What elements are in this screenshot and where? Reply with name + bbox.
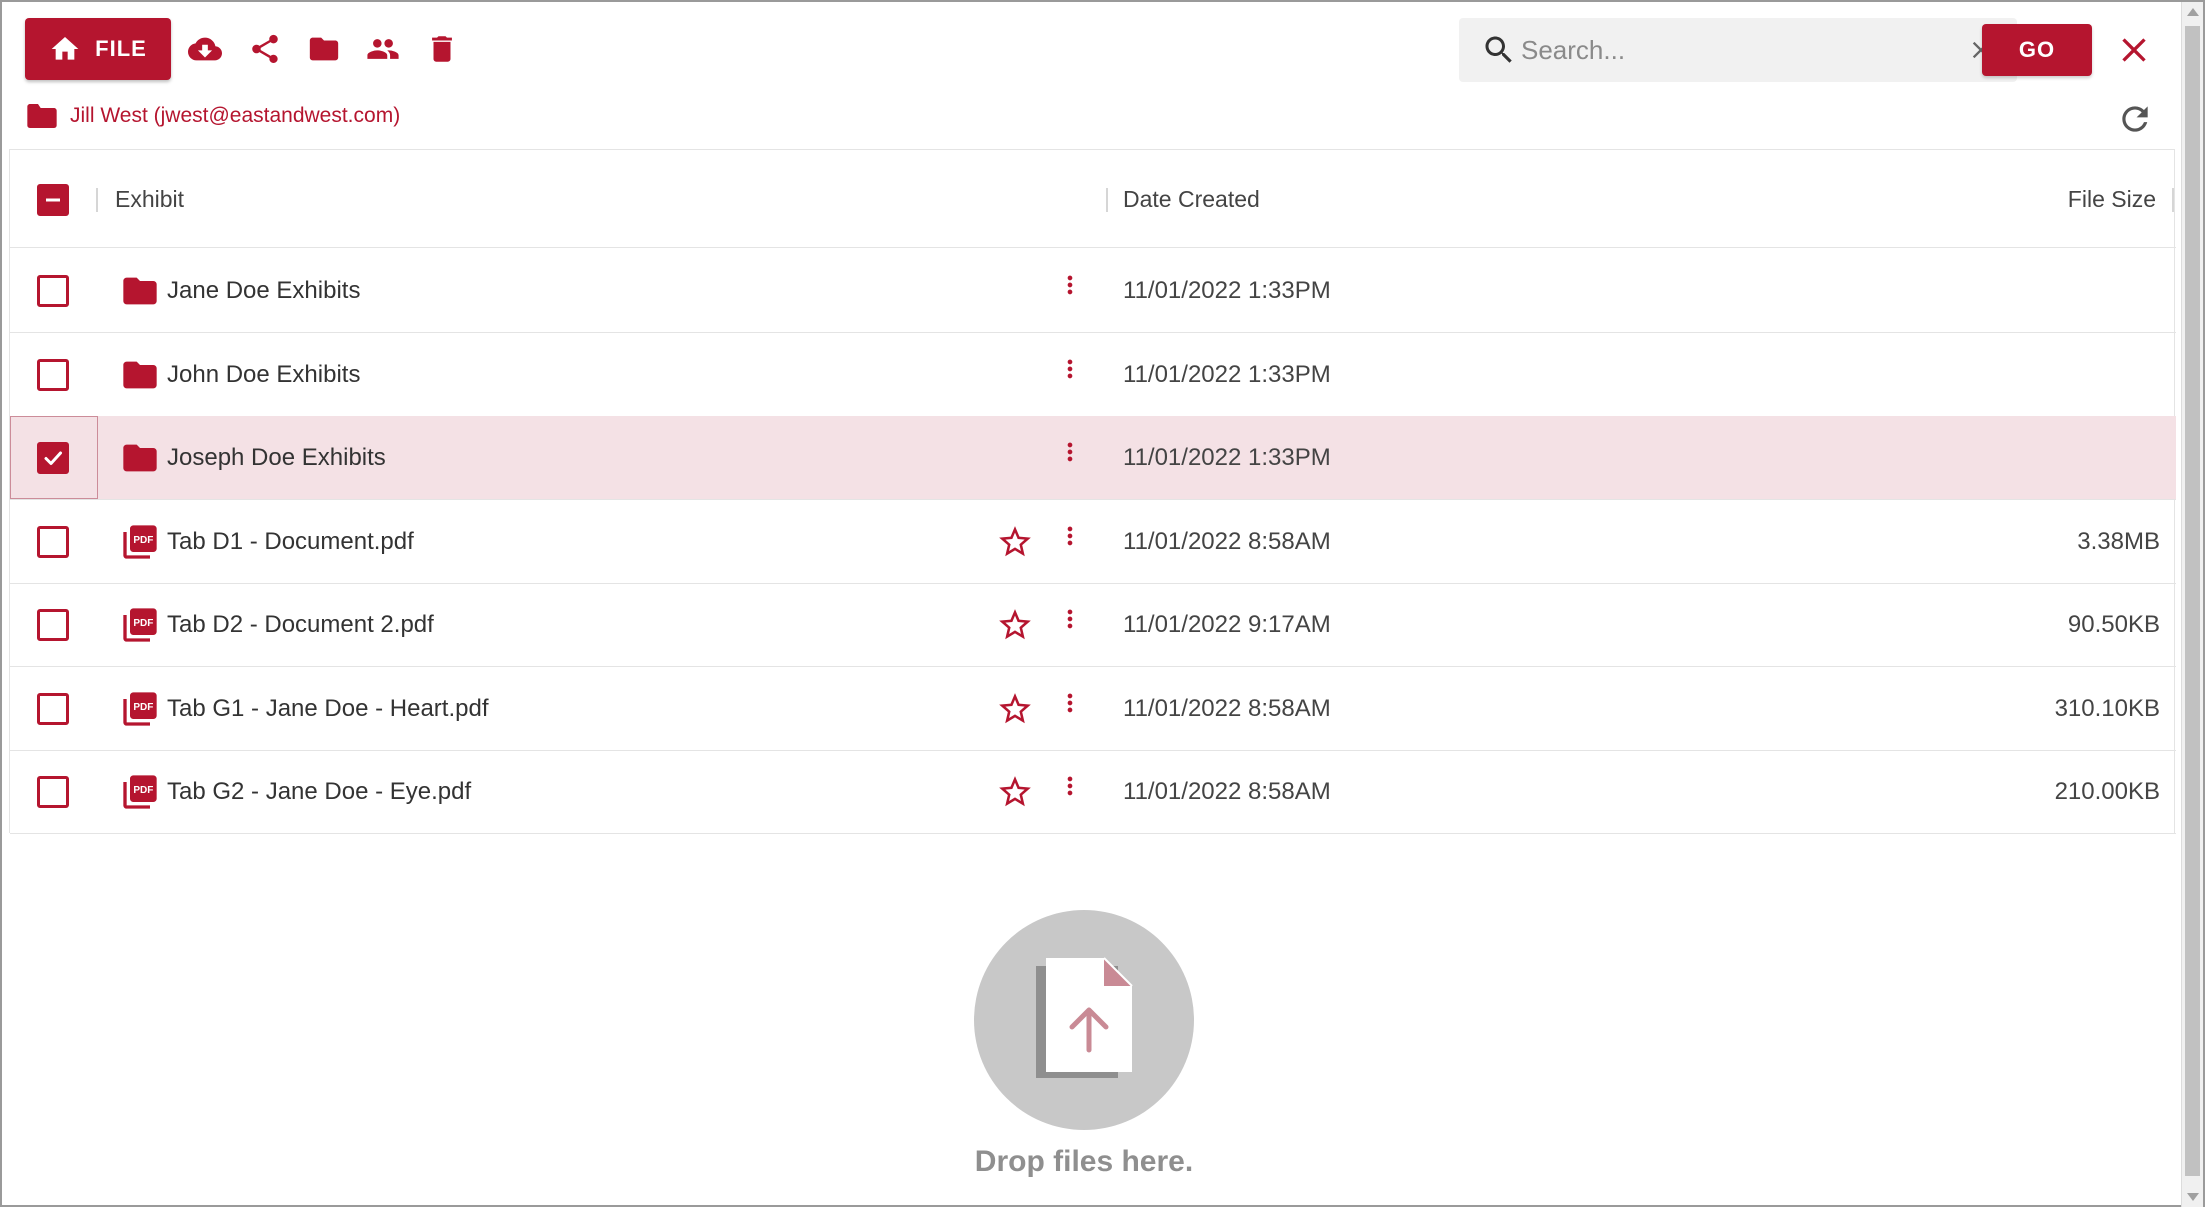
- column-header-file-size[interactable]: File Size: [2068, 150, 2156, 248]
- more-options-icon[interactable]: [1056, 689, 1084, 729]
- more-options-icon[interactable]: [1056, 438, 1084, 478]
- table-row[interactable]: Jane Doe Exhibits 11/01/2022 1:33PM: [10, 249, 2176, 333]
- row-checkbox[interactable]: [37, 609, 69, 641]
- more-options-icon[interactable]: [1056, 605, 1084, 645]
- column-header-date-created[interactable]: Date Created: [1123, 150, 1260, 248]
- vertical-scrollbar[interactable]: [2181, 2, 2203, 1207]
- row-checkbox[interactable]: [37, 692, 69, 725]
- folder-icon: [120, 355, 160, 395]
- more-options-icon[interactable]: [1056, 772, 1084, 812]
- search-icon: [1485, 36, 1512, 63]
- more-options-icon[interactable]: [1056, 522, 1084, 562]
- people-icon[interactable]: [364, 30, 402, 68]
- select-all-checkbox[interactable]: [37, 184, 69, 216]
- svg-text:PDF: PDF: [133, 618, 153, 629]
- row-date: 11/01/2022 1:33PM: [1123, 444, 1331, 471]
- file-button-label: FILE: [95, 36, 147, 61]
- column-header-exhibit[interactable]: Exhibit: [115, 150, 184, 248]
- minus-icon: [46, 198, 60, 202]
- pdf-icon: PDF: [120, 772, 160, 812]
- row-checkbox[interactable]: [37, 525, 69, 558]
- home-icon: [51, 37, 79, 60]
- scrollbar-thumb[interactable]: [2185, 26, 2200, 1176]
- pdf-icon: PDF: [120, 605, 160, 645]
- checkmark-icon: [44, 451, 62, 465]
- pdf-icon: PDF: [120, 522, 160, 562]
- row-size: 210.00KB: [2054, 778, 2160, 805]
- star-icon[interactable]: [996, 690, 1034, 728]
- row-name[interactable]: Tab D1 - Document.pdf: [167, 500, 414, 584]
- row-size: 90.50KB: [2067, 611, 2160, 638]
- row-date: 11/01/2022 1:33PM: [1123, 360, 1331, 388]
- row-date: 11/01/2022 8:58AM: [1123, 778, 1331, 805]
- search-input[interactable]: [1521, 28, 1941, 72]
- folder-icon: [27, 104, 57, 128]
- row-name[interactable]: Tab G1 - Jane Doe - Heart.pdf: [167, 667, 489, 751]
- search-box: [1459, 18, 2017, 82]
- file-table: Exhibit Date Created File Size Jane Doe …: [9, 149, 2176, 834]
- drop-zone[interactable]: [974, 910, 1194, 1130]
- row-checkbox[interactable]: [37, 442, 69, 474]
- breadcrumb-label: Jill West (jwest@eastandwest.com): [70, 104, 401, 127]
- go-button[interactable]: GO: [1982, 24, 2092, 76]
- row-name[interactable]: Jane Doe Exhibits: [167, 249, 360, 333]
- table-row[interactable]: Joseph Doe Exhibits 11/01/2022 1:33PM: [10, 416, 2176, 500]
- row-checkbox[interactable]: [37, 358, 69, 391]
- svg-text:PDF: PDF: [133, 534, 153, 545]
- star-icon[interactable]: [996, 523, 1034, 561]
- row-date: 11/01/2022 8:58AM: [1123, 694, 1331, 722]
- svg-text:PDF: PDF: [133, 785, 153, 796]
- refresh-icon[interactable]: [2116, 100, 2154, 138]
- table-row[interactable]: PDF Tab D1 - Document.pdf 11/01/2022 8:58A…: [10, 500, 2176, 584]
- row-name[interactable]: Tab G2 - Jane Doe - Eye.pdf: [167, 750, 471, 834]
- table-row[interactable]: John Doe Exhibits 11/01/2022 1:33PM: [10, 333, 2176, 417]
- svg-text:PDF: PDF: [133, 701, 153, 712]
- table-row[interactable]: PDF Tab D2 - Document 2.pdf 11/01/2022 9:1…: [10, 583, 2176, 667]
- row-name[interactable]: Tab D2 - Document 2.pdf: [167, 583, 434, 667]
- table-row[interactable]: PDF Tab G2 - Jane Doe - Eye.pdf 11/01/2022…: [10, 750, 2176, 834]
- drop-files-label: Drop files here.: [974, 1145, 1194, 1178]
- row-checkbox[interactable]: [37, 275, 69, 307]
- pdf-icon: PDF: [120, 689, 160, 729]
- folder-icon[interactable]: [305, 30, 343, 68]
- row-name[interactable]: John Doe Exhibits: [167, 333, 360, 417]
- column-divider[interactable]: [2172, 188, 2174, 212]
- file-home-button[interactable]: FILE: [25, 18, 171, 80]
- app-window: FILE GO Jill West (jwest@eastandwest.com…: [0, 0, 2205, 1207]
- column-divider[interactable]: [96, 188, 98, 212]
- row-size: 3.38MB: [2077, 527, 2160, 555]
- star-icon[interactable]: [996, 606, 1034, 644]
- cloud-download-icon[interactable]: [186, 30, 224, 68]
- trash-icon[interactable]: [423, 30, 461, 68]
- scroll-up-arrow-icon[interactable]: [2187, 8, 2199, 16]
- row-size: 310.10KB: [2054, 694, 2160, 722]
- column-divider[interactable]: [1106, 188, 1108, 212]
- share-icon[interactable]: [246, 30, 284, 68]
- folder-icon: [120, 271, 160, 311]
- close-icon[interactable]: [2114, 30, 2154, 70]
- upload-file-icon: [1036, 957, 1133, 1078]
- scroll-down-arrow-icon[interactable]: [2187, 1193, 2199, 1201]
- more-options-icon[interactable]: [1056, 271, 1084, 311]
- row-date: 11/01/2022 8:58AM: [1123, 527, 1331, 555]
- row-name[interactable]: Joseph Doe Exhibits: [167, 416, 386, 500]
- star-icon[interactable]: [996, 773, 1034, 811]
- table-header: Exhibit Date Created File Size: [10, 150, 2176, 248]
- folder-icon: [120, 438, 160, 478]
- row-date: 11/01/2022 1:33PM: [1123, 277, 1331, 304]
- more-options-icon[interactable]: [1056, 355, 1084, 395]
- table-row[interactable]: PDF Tab G1 - Jane Doe - Heart.pdf 11/01/20…: [10, 667, 2176, 751]
- row-date: 11/01/2022 9:17AM: [1123, 611, 1331, 638]
- breadcrumb[interactable]: Jill West (jwest@eastandwest.com): [26, 102, 400, 130]
- row-checkbox[interactable]: [37, 776, 69, 808]
